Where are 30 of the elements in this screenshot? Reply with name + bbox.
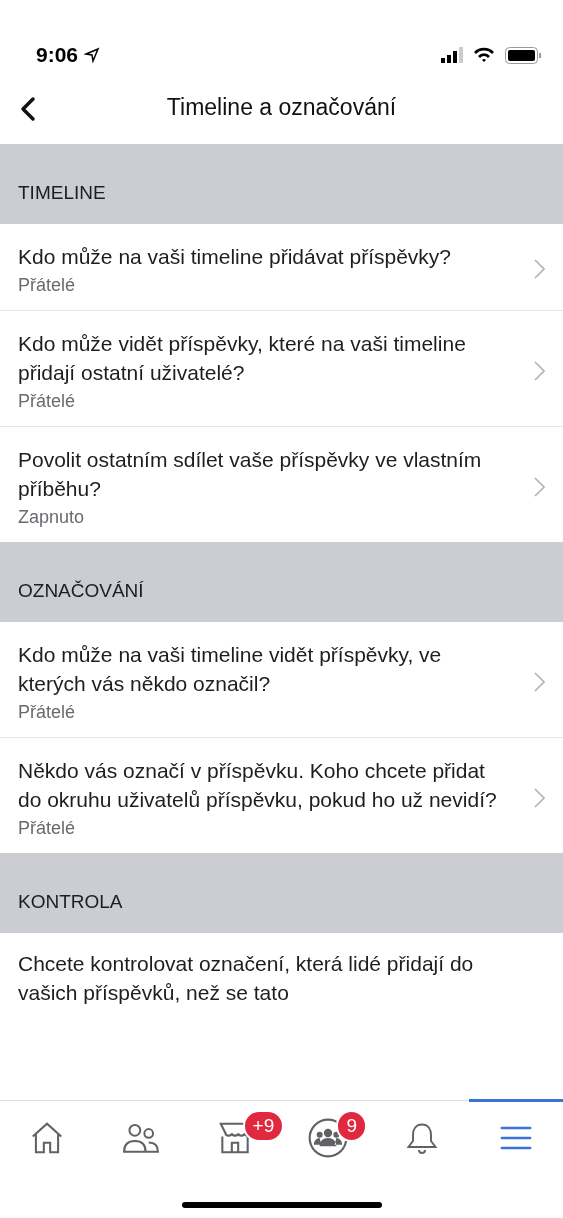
signal-icon	[441, 47, 463, 63]
back-icon	[20, 96, 36, 122]
notification-badge: +9	[242, 1110, 285, 1142]
location-arrow-icon	[84, 47, 101, 63]
setting-value: Přátelé	[18, 391, 77, 412]
setting-value: Přátelé	[18, 702, 77, 723]
tab-bar-item[interactable]: +9	[187, 1099, 282, 1173]
setting-value: Zapnuto	[18, 507, 86, 528]
page-title: Timeline a označování	[166, 93, 397, 121]
section-title: TIMELINE	[18, 182, 106, 204]
setting-title: Chcete kontrolovat označení, která lidé přidají do vašich příspěvků, než se tato	[18, 951, 475, 1006]
setting-title: Někdo vás označí v příspěvku. Koho chcete přidat do okruhu uživatelů příspěvku, pokud ho už nevidí?	[18, 758, 498, 813]
status-time: 9:06	[36, 43, 79, 67]
setting-title: Kdo může na vaši timeline přidávat příspěvky?	[18, 244, 453, 270]
section-title: OZNAČOVÁNÍ	[18, 580, 144, 602]
chevron-right-icon	[534, 476, 545, 497]
setting-title: Kdo může na vaši timeline vidět příspěvky, ve kterých vás někdo označil?	[18, 642, 443, 697]
battery-icon	[505, 46, 541, 64]
notification-badge: 9	[336, 1110, 367, 1142]
wifi-icon	[473, 47, 495, 63]
chevron-right-icon	[534, 671, 545, 692]
setting-title: Kdo může vidět příspěvky, které na vaši timeline přidají ostatní uživatelé?	[18, 331, 467, 386]
group-icon	[308, 1117, 349, 1158]
chevron-right-icon	[534, 787, 545, 808]
chevron-right-icon	[534, 259, 545, 279]
chevron-right-icon	[534, 360, 545, 381]
section-title: KONTROLA	[18, 891, 123, 913]
setting-title: Povolit ostatním sdílet vaše příspěvky ve vlastním příběhu?	[18, 447, 483, 502]
setting-value: Přátelé	[18, 818, 77, 839]
setting-value: Přátelé	[18, 275, 77, 296]
